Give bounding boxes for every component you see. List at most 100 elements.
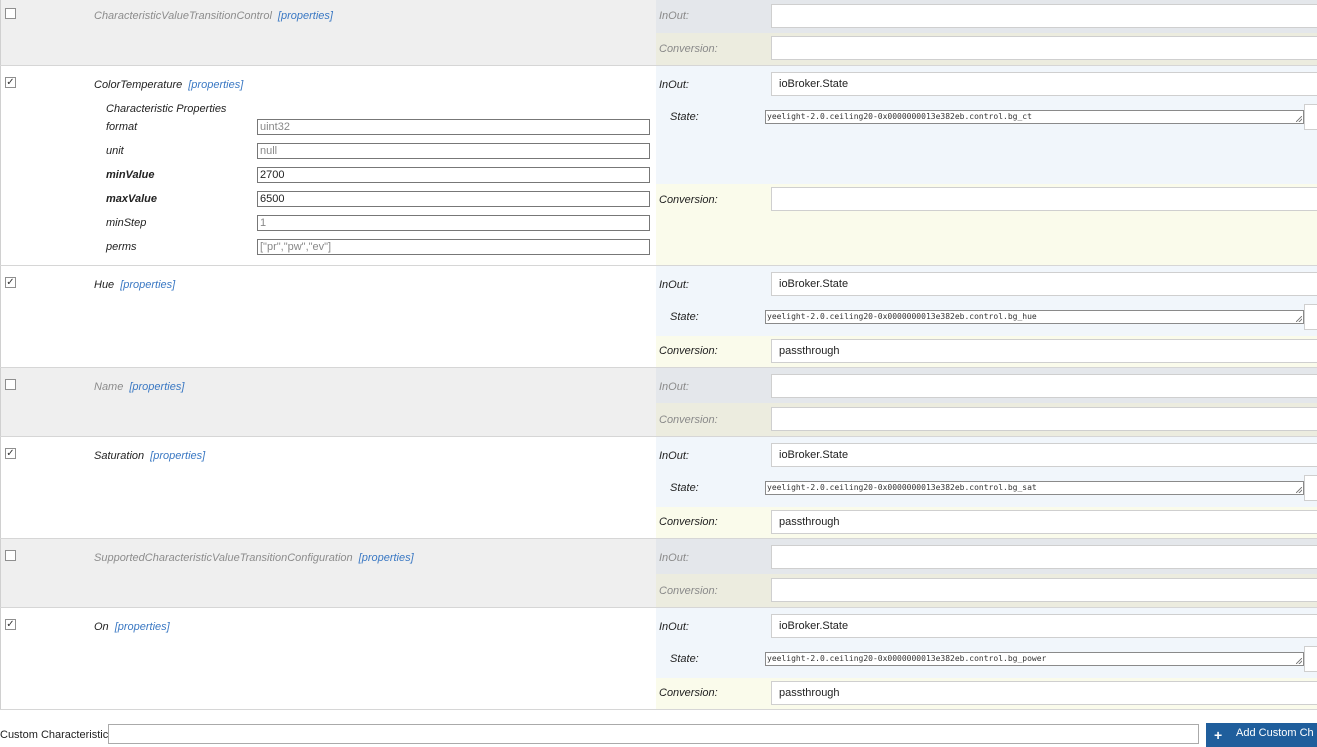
conversion-label: Conversion:: [659, 345, 718, 357]
state-label: State:: [670, 311, 699, 323]
state-textarea[interactable]: yeelight-2.0.ceiling20-0x0000000013e382e…: [765, 110, 1304, 124]
conversion-label: Conversion:: [659, 43, 718, 55]
enable-checkbox-hue[interactable]: [5, 277, 16, 288]
enable-checkbox-on[interactable]: [5, 619, 16, 630]
inout-section: InOut: ioBroker.State State: yeelight-2.…: [656, 437, 1317, 507]
characteristic-row-transition-config: SupportedCharacteristicValueTransitionCo…: [0, 539, 1317, 608]
prop-input-perms[interactable]: ["pr","pw","ev"]: [257, 239, 650, 255]
conversion-select[interactable]: [771, 578, 1317, 602]
characteristic-name: SupportedCharacteristicValueTransitionCo…: [94, 552, 414, 564]
prop-label-format: format: [106, 121, 138, 133]
conversion-select[interactable]: passthrough: [771, 510, 1317, 534]
state-label: State:: [670, 482, 699, 494]
inout-select[interactable]: [771, 374, 1317, 398]
enable-checkbox-transition-control[interactable]: [5, 8, 16, 19]
add-custom-characteristic-button[interactable]: + Add Custom Ch: [1206, 723, 1317, 747]
conversion-label: Conversion:: [659, 194, 718, 206]
properties-link[interactable]: [properties]: [278, 10, 333, 22]
custom-characteristic-label: Custom Characteristic: [0, 729, 109, 741]
properties-heading: Characteristic Properties: [106, 103, 227, 115]
characteristic-name: Hue [properties]: [94, 279, 176, 291]
state-textarea[interactable]: yeelight-2.0.ceiling20-0x0000000013e382e…: [765, 652, 1304, 666]
inout-select[interactable]: ioBroker.State: [771, 443, 1317, 467]
inout-select[interactable]: [771, 545, 1317, 569]
characteristic-row-hue: Hue[properties] InOut: ioBroker.State St…: [0, 266, 1317, 368]
inout-label: InOut:: [659, 621, 689, 633]
properties-link[interactable]: [properties]: [129, 381, 184, 393]
inout-label: InOut:: [659, 279, 689, 291]
conversion-select[interactable]: passthrough: [771, 681, 1317, 705]
inout-section: InOut:: [656, 539, 1317, 574]
characteristic-row-saturation: Saturation[properties] InOut: ioBroker.S…: [0, 437, 1317, 539]
custom-characteristic-input[interactable]: [108, 724, 1199, 744]
conversion-label: Conversion:: [659, 516, 718, 528]
prop-label-maxvalue: maxValue: [106, 193, 157, 205]
conversion-select[interactable]: passthrough: [771, 339, 1317, 363]
enable-checkbox-color-temperature[interactable]: [5, 77, 16, 88]
inout-select[interactable]: [771, 4, 1317, 28]
conversion-section: Conversion:: [656, 184, 1317, 265]
characteristic-name: CharacteristicValueTransitionControl [pro…: [94, 10, 333, 22]
state-picker-button[interactable]: [1304, 646, 1317, 672]
conversion-select[interactable]: [771, 187, 1317, 211]
inout-label: InOut:: [659, 381, 689, 393]
inout-select[interactable]: ioBroker.State: [771, 614, 1317, 638]
inout-section: InOut: ioBroker.State State: yeelight-2.…: [656, 266, 1317, 336]
characteristic-name: ColorTemperature [properties]: [94, 79, 244, 91]
prop-input-unit[interactable]: null: [257, 143, 650, 159]
characteristic-name: Saturation [properties]: [94, 450, 206, 462]
prop-label-unit: unit: [106, 145, 124, 157]
prop-label-minstep: minStep: [106, 217, 147, 229]
properties-link[interactable]: [properties]: [115, 621, 170, 633]
conversion-section: Conversion:: [656, 403, 1317, 436]
properties-link[interactable]: [properties]: [120, 279, 175, 291]
characteristic-row-transition-control: CharacteristicValueTransitionControl [pro…: [0, 0, 1317, 66]
inout-select[interactable]: ioBroker.State: [771, 272, 1317, 296]
enable-checkbox-transition-config[interactable]: [5, 550, 16, 561]
conversion-select[interactable]: [771, 36, 1317, 60]
state-textarea[interactable]: yeelight-2.0.ceiling20-0x0000000013e382e…: [765, 481, 1304, 495]
enable-checkbox-saturation[interactable]: [5, 448, 16, 459]
prop-input-minstep[interactable]: 1: [257, 215, 650, 231]
state-picker-button[interactable]: [1304, 104, 1317, 130]
inout-section: InOut:: [656, 0, 1317, 33]
state-picker-button[interactable]: [1304, 304, 1317, 330]
properties-link[interactable]: [properties]: [188, 79, 243, 91]
prop-input-maxvalue[interactable]: 6500: [257, 191, 650, 207]
prop-input-format[interactable]: uint32: [257, 119, 650, 135]
inout-label: InOut:: [659, 450, 689, 462]
conversion-label: Conversion:: [659, 414, 718, 426]
prop-input-minvalue[interactable]: 2700: [257, 167, 650, 183]
conversion-section: Conversion: passthrough: [656, 678, 1317, 709]
properties-link[interactable]: [properties]: [359, 552, 414, 564]
characteristic-row-on: On[properties] InOut: ioBroker.State Sta…: [0, 608, 1317, 710]
inout-section: InOut: ioBroker.State State: yeelight-2.…: [656, 66, 1317, 184]
enable-checkbox-name[interactable]: [5, 379, 16, 390]
state-label: State:: [670, 111, 699, 123]
add-custom-characteristic-label: Add Custom Ch: [1236, 727, 1314, 739]
conversion-section: Conversion: passthrough: [656, 507, 1317, 538]
inout-label: InOut:: [659, 10, 689, 22]
conversion-label: Conversion:: [659, 585, 718, 597]
conversion-select[interactable]: [771, 407, 1317, 431]
state-textarea[interactable]: yeelight-2.0.ceiling20-0x0000000013e382e…: [765, 310, 1304, 324]
conversion-section: Conversion:: [656, 574, 1317, 607]
state-label: State:: [670, 653, 699, 665]
characteristic-row-name: Name [properties] InOut: Conversion:: [0, 368, 1317, 437]
inout-select[interactable]: ioBroker.State: [771, 72, 1317, 96]
conversion-label: Conversion:: [659, 687, 718, 699]
inout-label: InOut:: [659, 79, 689, 91]
properties-link[interactable]: [properties]: [150, 450, 205, 462]
characteristic-row-color-temperature: ColorTemperature[properties] Characteris…: [0, 66, 1317, 266]
inout-label: InOut:: [659, 552, 689, 564]
conversion-section: Conversion:: [656, 33, 1317, 65]
characteristic-name: On [properties]: [94, 621, 170, 633]
prop-label-perms: perms: [106, 241, 137, 253]
inout-section: InOut:: [656, 368, 1317, 403]
conversion-section: Conversion: passthrough: [656, 336, 1317, 367]
plus-icon: +: [1214, 727, 1223, 743]
prop-label-minvalue: minValue: [106, 169, 155, 181]
inout-section: InOut: ioBroker.State State: yeelight-2.…: [656, 608, 1317, 678]
characteristic-name: Name [properties]: [94, 381, 185, 393]
state-picker-button[interactable]: [1304, 475, 1317, 501]
